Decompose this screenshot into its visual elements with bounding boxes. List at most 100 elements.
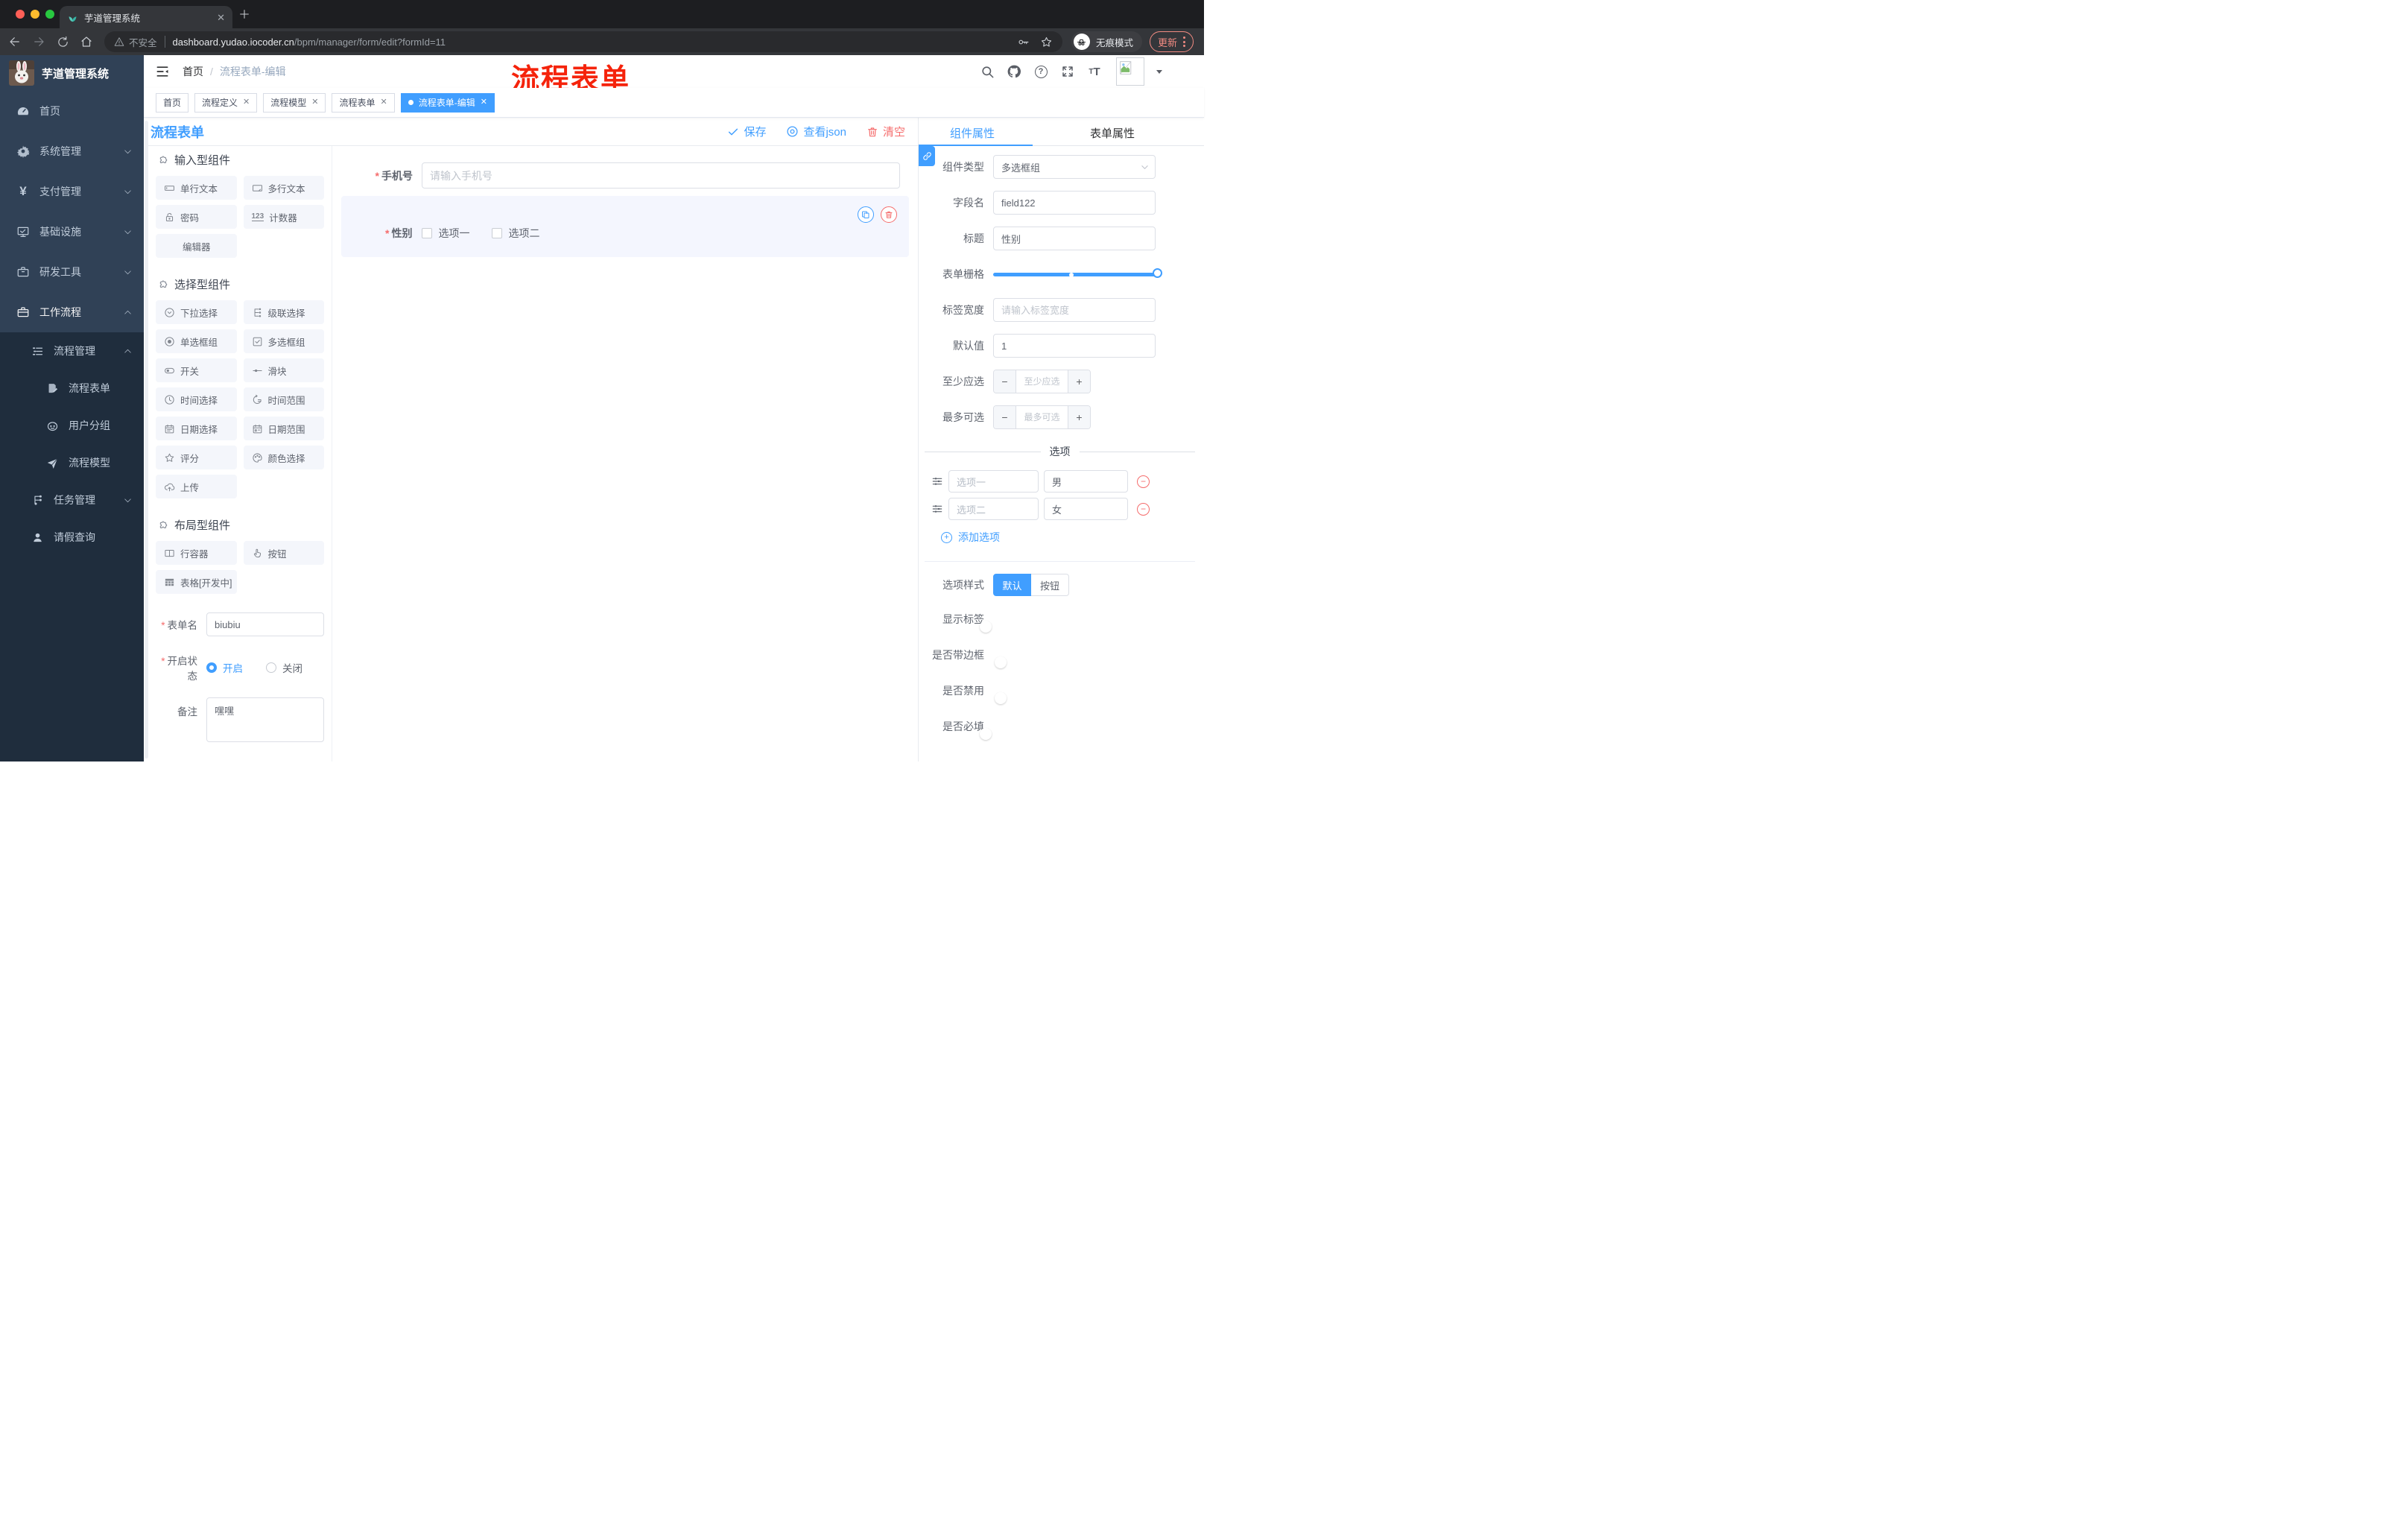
status-radio-on[interactable]: 开启 <box>206 660 243 675</box>
slider-track[interactable] <box>993 273 1156 276</box>
drag-handle-icon[interactable] <box>931 475 943 487</box>
forward-icon[interactable] <box>30 33 48 51</box>
form-name-input[interactable] <box>206 612 324 636</box>
palette-item-slider[interactable]: 滑块 <box>243 358 324 382</box>
sidebar-item-process-form[interactable]: 流程表单 <box>0 370 144 407</box>
home-icon[interactable] <box>77 33 95 51</box>
tab-form-props[interactable]: 表单属性 <box>1090 125 1135 141</box>
status-radio-off[interactable]: 关闭 <box>266 660 302 675</box>
remove-option-button[interactable]: − <box>1137 475 1150 488</box>
tag-process-form-edit[interactable]: 流程表单-编辑 ✕ <box>400 92 495 113</box>
update-button[interactable]: 更新 <box>1149 31 1194 52</box>
avatar[interactable] <box>1116 57 1144 86</box>
palette-item-multi-text[interactable]: 多行文本 <box>243 176 324 200</box>
sidebar-item-task-mgmt[interactable]: 任务管理 <box>0 481 144 519</box>
min-select-stepper[interactable]: − + <box>993 370 1091 393</box>
palette-item-row-container[interactable]: 行容器 <box>156 541 237 565</box>
sidebar-item-home[interactable]: 首页 <box>0 91 144 131</box>
max-select-stepper[interactable]: − + <box>993 405 1091 429</box>
plus-icon[interactable]: + <box>1068 406 1090 428</box>
search-icon[interactable] <box>979 63 995 80</box>
palette-item-upload[interactable]: 上传 <box>156 475 237 498</box>
palette-item-counter[interactable]: 123 计数器 <box>243 205 324 229</box>
palette-item-cascader[interactable]: 级联选择 <box>243 300 324 324</box>
palette-item-table[interactable]: 表格[开发中] <box>156 570 237 594</box>
remove-option-button[interactable]: − <box>1137 502 1150 516</box>
bookmark-star-icon[interactable] <box>1040 36 1053 48</box>
option-value-input[interactable] <box>1044 470 1128 493</box>
tag-process-form[interactable]: 流程表单 ✕ <box>332 92 395 113</box>
palette-item-radio-group[interactable]: 单选框组 <box>156 329 237 353</box>
component-type-select[interactable] <box>993 155 1156 179</box>
tag-home[interactable]: 首页 <box>156 92 189 113</box>
close-window-button[interactable] <box>16 10 25 19</box>
sidebar-item-devtools[interactable]: 研发工具 <box>0 252 144 292</box>
tab-close-icon[interactable]: ✕ <box>217 13 225 22</box>
palette-item-rate[interactable]: 评分 <box>156 446 237 469</box>
sidebar-item-system[interactable]: 系统管理 <box>0 131 144 171</box>
style-default-button[interactable]: 默认 <box>993 574 1031 596</box>
form-remark-textarea[interactable]: 嘿嘿 <box>206 697 324 742</box>
field-name-input[interactable] <box>993 191 1156 215</box>
tag-process-definition[interactable]: 流程定义 ✕ <box>194 92 258 113</box>
palette-item-time-range[interactable]: 时间范围 <box>243 387 324 411</box>
sidebar-item-infra[interactable]: 基础设施 <box>0 212 144 252</box>
option-label-input[interactable] <box>948 470 1039 493</box>
min-select-input[interactable] <box>1016 370 1068 393</box>
github-icon[interactable] <box>1006 63 1022 80</box>
browser-tab[interactable]: 芋道管理系统 ✕ <box>60 6 232 28</box>
tag-close-icon[interactable]: ✕ <box>311 98 318 107</box>
palette-item-button[interactable]: 按钮 <box>243 541 324 565</box>
minus-icon[interactable]: − <box>994 406 1016 428</box>
canvas-field-gender-selected[interactable]: 性别 选项一 选项二 <box>341 196 909 257</box>
sidebar-item-process-model[interactable]: 流程模型 <box>0 444 144 481</box>
avatar-caret-icon[interactable] <box>1156 69 1162 74</box>
address-bar[interactable]: 不安全 dashboard.yudao.iocoder.cn /bpm/mana… <box>104 31 1062 52</box>
palette-item-time-picker[interactable]: 时间选择 <box>156 387 237 411</box>
component-type-value[interactable] <box>993 155 1156 179</box>
palette-item-switch[interactable]: 开关 <box>156 358 237 382</box>
tag-close-icon[interactable]: ✕ <box>243 98 250 107</box>
fullscreen-icon[interactable] <box>1059 63 1076 80</box>
max-select-input[interactable] <box>1016 406 1068 428</box>
default-value-input[interactable] <box>993 334 1156 358</box>
palette-item-color-picker[interactable]: 颜色选择 <box>243 446 324 469</box>
password-key-icon[interactable] <box>1017 36 1030 48</box>
breadcrumb-home[interactable]: 首页 <box>183 64 203 79</box>
minimize-window-button[interactable] <box>31 10 39 19</box>
title-input[interactable] <box>993 227 1156 250</box>
canvas-field-phone[interactable]: 手机号 <box>341 162 909 189</box>
minus-icon[interactable]: − <box>994 370 1016 393</box>
zoom-window-button[interactable] <box>45 10 54 19</box>
new-tab-button[interactable] <box>238 8 250 20</box>
palette-item-single-text[interactable]: 单行文本 <box>156 176 237 200</box>
add-option-button[interactable]: + 添加选项 <box>941 530 1195 545</box>
style-button-button[interactable]: 按钮 <box>1031 574 1069 596</box>
save-button[interactable]: 保存 <box>727 124 766 139</box>
clear-button[interactable]: 清空 <box>866 124 905 139</box>
palette-item-editor[interactable]: 编辑器 <box>156 234 237 258</box>
sidebar-item-payment[interactable]: ¥ 支付管理 <box>0 171 144 212</box>
tab-component-props[interactable]: 组件属性 <box>950 125 995 141</box>
palette-item-date-picker[interactable]: 日期选择 <box>156 417 237 440</box>
label-width-input[interactable] <box>993 298 1156 322</box>
palette-item-select[interactable]: 下拉选择 <box>156 300 237 324</box>
option-label-input[interactable] <box>948 498 1039 520</box>
copy-component-button[interactable] <box>858 206 874 223</box>
sidebar-item-process-mgmt[interactable]: 流程管理 <box>0 332 144 370</box>
delete-component-button[interactable] <box>881 206 897 223</box>
tag-process-model[interactable]: 流程模型 ✕ <box>263 92 326 113</box>
drag-handle-icon[interactable] <box>931 503 943 515</box>
browser-menu-icon[interactable] <box>1183 37 1185 47</box>
sidebar-item-leave-query[interactable]: 请假查询 <box>0 519 144 556</box>
help-icon[interactable]: ? <box>1033 63 1049 80</box>
font-size-icon[interactable]: TT <box>1086 63 1103 80</box>
phone-input[interactable] <box>422 162 900 189</box>
sidebar-item-user-groups[interactable]: 用户分组 <box>0 407 144 444</box>
grid-slider[interactable] <box>993 262 1162 286</box>
sidebar-item-workflow[interactable]: 工作流程 <box>0 292 144 332</box>
tag-close-icon[interactable]: ✕ <box>381 98 387 107</box>
palette-item-password[interactable]: 密码 <box>156 205 237 229</box>
plus-icon[interactable]: + <box>1068 370 1090 393</box>
sidebar-collapse-icon[interactable] <box>155 64 170 79</box>
